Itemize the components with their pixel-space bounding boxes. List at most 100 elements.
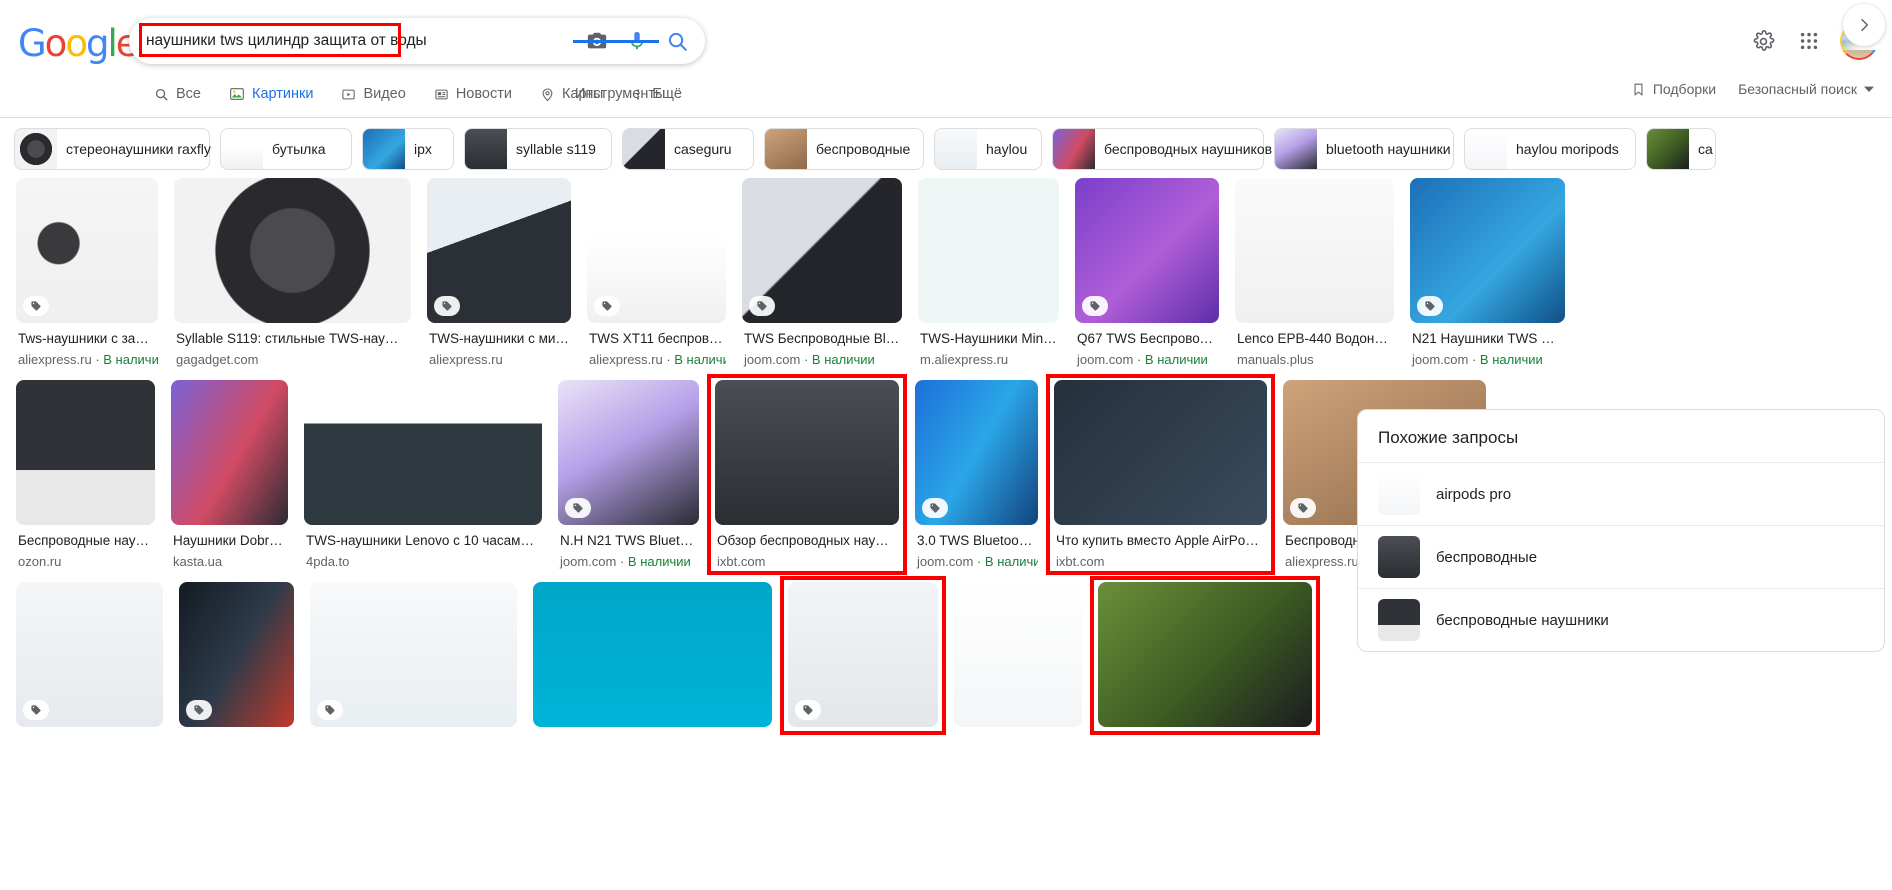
tab-video[interactable]: Видео [327,77,419,111]
image-result-card[interactable]: Обзор беспроводных наушников … ixbt.com [707,374,907,575]
related-search-label: беспроводные наушники [1436,611,1609,629]
chip-label: беспроводных наушников [1104,141,1273,157]
result-thumbnail[interactable] [1235,178,1394,323]
chip-thumbnail [1275,129,1317,169]
chip-4[interactable]: caseguru [622,128,754,170]
image-result-card[interactable]: TWS-наушники с микрофон… aliexpress.ru [419,178,579,368]
result-thumbnail[interactable] [16,380,155,525]
logo-letter-3: o [65,22,88,65]
result-thumbnail[interactable] [1410,178,1565,323]
chip-1[interactable]: бутылка [220,128,352,170]
related-search-item[interactable]: беспроводные наушники [1358,588,1884,651]
image-result-card[interactable]: TWS-Наушники Mini 2 с по… m.aliexpress.ru [910,178,1067,368]
image-result-card[interactable]: Syllable S119: стильные TWS-наушники с п… [166,178,419,368]
image-result-card[interactable]: Что купить вместо Apple AirPods? Обзор T… [1046,374,1275,575]
chip-6[interactable]: haylou [934,128,1042,170]
image-result-card[interactable]: TWS-наушники Lenovo с 10 часами работы м… [296,380,550,570]
image-result-card[interactable] [780,576,946,735]
price-tag-icon [23,700,49,720]
related-search-label: airpods pro [1436,485,1512,503]
related-search-item[interactable]: airpods pro [1358,462,1884,525]
chip-2[interactable]: ipx [362,128,454,170]
result-thumbnail[interactable] [533,582,772,727]
result-thumbnail[interactable] [304,380,542,525]
result-thumbnail[interactable] [915,380,1038,525]
image-result-card[interactable]: Беспроводные наушн… ozon.ru [8,380,163,570]
image-result-card[interactable] [946,582,1090,727]
search-input[interactable] [129,19,577,63]
result-thumbnail[interactable] [954,582,1082,727]
result-thumbnail[interactable] [788,582,938,727]
search-submit-icon[interactable] [657,21,697,61]
image-result-card[interactable]: N21 Наушники TWS Наушн… joom.com · В нали… [1402,178,1573,368]
result-caption: TWS Беспроводные Bluetoo… [744,331,902,346]
result-thumbnail[interactable] [174,178,411,323]
image-result-card[interactable]: TWS XT11 беспроводные Bl… aliexpress.ru ·… [579,178,734,368]
result-thumbnail[interactable] [179,582,294,727]
result-thumbnail[interactable] [16,178,158,323]
result-caption: Syllable S119: стильные TWS-наушники с п… [176,331,411,346]
logo-letter-5: l [107,22,117,65]
result-thumbnail[interactable] [587,178,726,323]
result-thumbnail[interactable] [558,380,699,525]
result-source: gagadget.com [176,352,259,367]
image-result-card[interactable]: Lenco EPB-440 Водонепроница… manuals.plus [1227,178,1402,368]
result-stock-status: · В наличии [976,554,1038,569]
result-stock-status: · В наличии [666,352,726,367]
result-thumbnail[interactable] [1054,380,1267,525]
chip-thumbnail [1053,129,1095,169]
apps-grid-icon[interactable] [1788,20,1830,62]
chip-10[interactable]: ca [1646,128,1716,170]
result-thumbnail[interactable] [1075,178,1219,323]
result-thumbnail[interactable] [310,582,517,727]
image-result-card[interactable] [525,582,780,727]
image-result-card[interactable] [8,582,171,727]
tools-button[interactable]: Инструменты [563,77,677,111]
chip-5[interactable]: беспроводные [764,128,924,170]
result-caption: Наушники DobraMAM… [173,533,288,548]
chip-7[interactable]: беспроводных наушников [1052,128,1272,170]
safesearch-dropdown[interactable]: Безопасный поиск [1738,81,1874,97]
result-thumbnail[interactable] [427,178,571,323]
results-row-row3 [8,576,1320,735]
chip-8[interactable]: bluetooth наушники [1274,128,1454,170]
chip-0[interactable]: стереонаушники raxfly [14,128,211,170]
price-tag-icon [594,296,620,316]
image-result-card[interactable] [302,582,525,727]
google-logo[interactable]: Google [18,22,138,66]
result-thumbnail[interactable] [1098,582,1312,727]
image-result-card[interactable]: N.H N21 TWS Bluetooth 5.2 L… joom.com · В… [550,380,707,570]
image-result-card[interactable]: Наушники DobraMAM… kasta.ua [163,380,296,570]
tab-images[interactable]: Картинки [215,77,327,111]
result-source: 4pda.to [306,554,350,569]
result-thumbnail[interactable] [16,582,163,727]
chips-scroll-right-button[interactable] [1836,0,1892,50]
image-result-card[interactable] [1090,576,1320,735]
result-source: ixbt.com [1056,554,1105,569]
image-result-card[interactable]: TWS Беспроводные Bluetoo… joom.com · В на… [734,178,910,368]
result-thumbnail[interactable] [918,178,1059,323]
chip-3[interactable]: syllable s119 [464,128,612,170]
chip-label: haylou [986,141,1028,157]
image-result-card[interactable]: 3.0 TWS Bluetooth наушники… joom.com · В … [907,380,1046,570]
result-caption: TWS XT11 беспроводные Bl… [589,331,726,346]
gear-icon[interactable] [1742,20,1784,62]
chip-label: беспроводные [816,141,911,157]
image-result-card[interactable]: Tws-наушники с защитой о… aliexpress.ru ·… [8,178,166,368]
result-thumbnail[interactable] [742,178,902,323]
collections-button[interactable]: Подборки [1631,81,1716,97]
tab-news[interactable]: Новости [420,77,526,111]
price-tag-icon [186,700,212,720]
result-thumbnail[interactable] [715,380,899,525]
result-thumbnail[interactable] [171,380,288,525]
price-tag-icon [1290,498,1316,518]
image-result-card[interactable]: Q67 TWS Беспроводные на… joom.com · В нал… [1067,178,1227,368]
related-search-item[interactable]: беспроводные [1358,525,1884,588]
active-tab-underline [573,40,659,43]
page-header: Google наушники tws цилиндр защита от во… [0,0,1892,118]
tab-all[interactable]: Все [140,77,215,111]
result-stock-status: · В наличии [616,554,691,569]
price-tag-icon [434,296,460,316]
image-result-card[interactable] [171,582,302,727]
chip-9[interactable]: haylou moripods [1464,128,1636,170]
